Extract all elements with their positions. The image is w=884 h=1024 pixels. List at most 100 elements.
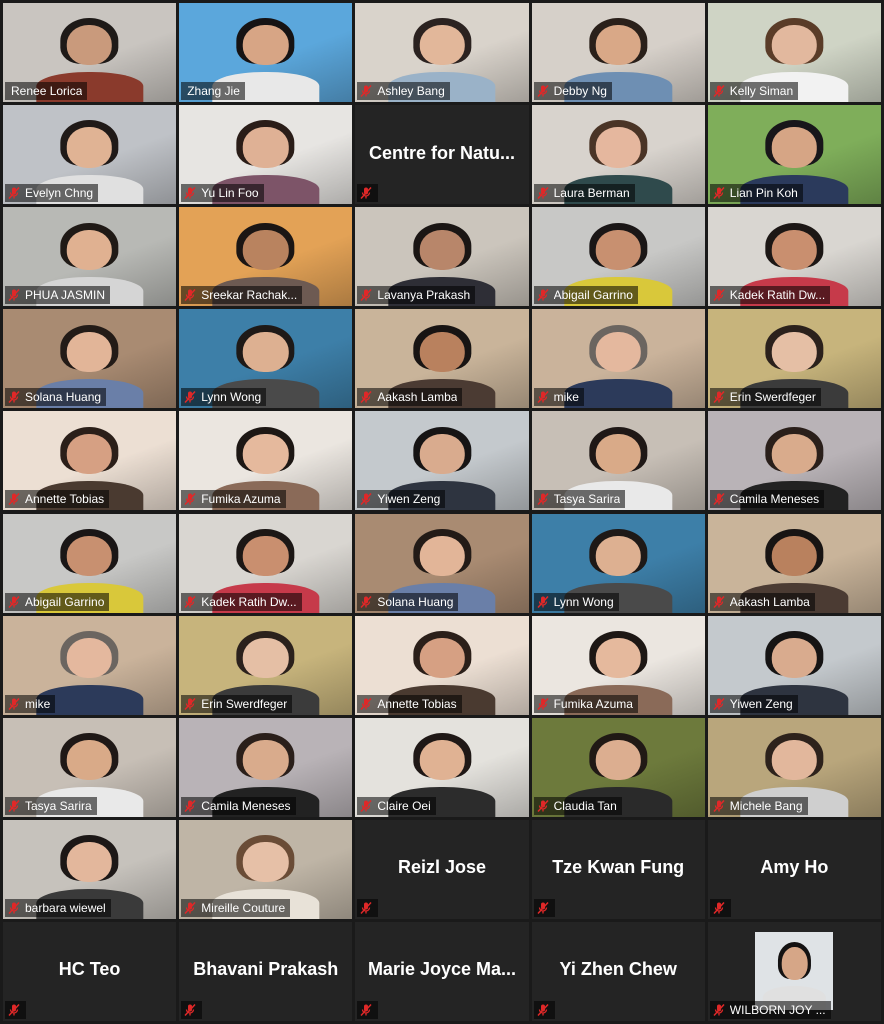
- participant-name-tag: Lavanya Prakash: [357, 286, 476, 305]
- participant-name-tag: Kadek Ratih Dw...: [181, 592, 302, 611]
- participant-tile[interactable]: Solana Huang: [355, 513, 529, 613]
- participant-name-label: mike: [553, 390, 579, 405]
- participant-name-tag: Tasya Sarira: [5, 796, 97, 815]
- mic-muted-icon: [712, 288, 726, 302]
- participant-name-label: Yu Lin Foo: [201, 186, 259, 201]
- participant-tile[interactable]: HC Teo: [3, 921, 177, 1021]
- participant-name-tag: [357, 184, 379, 203]
- mic-muted-icon: [7, 390, 21, 404]
- participant-tile[interactable]: Annette Tobias: [355, 615, 529, 715]
- participant-name-tag: Camila Meneses: [709, 490, 825, 509]
- participant-name-tag: [181, 1000, 203, 1019]
- participant-tile[interactable]: Evelyn Chng: [3, 105, 177, 205]
- participant-name-label: WILBORN JOY ...: [729, 1002, 826, 1017]
- mic-muted-icon: [536, 1003, 550, 1017]
- participant-tile[interactable]: Camila Meneses: [179, 717, 353, 817]
- participant-name-label: Zhang Jie: [187, 84, 240, 99]
- participant-tile[interactable]: Kelly Siman: [707, 3, 881, 103]
- participant-display-name: Bhavani Prakash: [193, 959, 339, 980]
- participant-name-label: Abigail Garrino: [553, 288, 633, 303]
- participant-tile[interactable]: mike: [3, 615, 177, 715]
- participant-tile[interactable]: Abigail Garrino: [531, 207, 705, 307]
- participant-name-tag: [533, 1000, 555, 1019]
- participant-tile[interactable]: Sreekar Rachak...: [179, 207, 353, 307]
- mic-muted-icon: [183, 901, 197, 915]
- participant-tile[interactable]: Fumika Azuma: [179, 411, 353, 511]
- participant-name-label: Debby Ng: [553, 84, 607, 99]
- participant-tile[interactable]: Tze Kwan Fung: [531, 819, 705, 919]
- participant-tile[interactable]: Lavanya Prakash: [355, 207, 529, 307]
- participant-name-tag: Claudia Tan: [533, 796, 622, 815]
- participant-tile[interactable]: Claire Oei: [355, 717, 529, 817]
- participant-name-label: Kelly Siman: [729, 84, 794, 99]
- participant-name-label: Solana Huang: [25, 390, 102, 405]
- participant-name-tag: Kelly Siman: [709, 82, 799, 101]
- participant-name-tag: Evelyn Chng: [5, 184, 99, 203]
- mic-muted-icon: [536, 595, 550, 609]
- participant-tile[interactable]: barbara wiewel: [3, 819, 177, 919]
- participant-tile[interactable]: Kadek Ratih Dw...: [179, 513, 353, 613]
- participant-name-tag: Camila Meneses: [181, 796, 296, 815]
- mic-muted-icon: [712, 799, 726, 813]
- participant-tile[interactable]: Yu Lin Foo: [179, 105, 353, 205]
- participant-name-tag: Sreekar Rachak...: [181, 286, 303, 305]
- participant-tile[interactable]: Reizl Jose: [355, 819, 529, 919]
- participant-name-label: barbara wiewel: [25, 900, 106, 915]
- participant-name-label: Laura Berman: [553, 186, 630, 201]
- participant-tile[interactable]: Kadek Ratih Dw...: [707, 207, 881, 307]
- participant-tile[interactable]: Lian Pin Koh: [707, 105, 881, 205]
- participant-tile[interactable]: Michele Bang: [707, 717, 881, 817]
- mic-muted-icon: [183, 186, 197, 200]
- participant-tile[interactable]: Yiwen Zeng: [707, 615, 881, 715]
- participant-tile[interactable]: PHUA JASMIN: [3, 207, 177, 307]
- participant-tile[interactable]: Zhang Jie: [179, 3, 353, 103]
- participant-tile[interactable]: Centre for Natu...: [355, 105, 529, 205]
- participant-tile[interactable]: Yi Zhen Chew: [531, 921, 705, 1021]
- participant-name-label: mike: [25, 696, 51, 711]
- participant-tile[interactable]: Marie Joyce Ma...: [355, 921, 529, 1021]
- participant-tile[interactable]: Lynn Wong: [531, 513, 705, 613]
- participant-name-tag: Laura Berman: [533, 184, 635, 203]
- participant-tile[interactable]: Erin Swerdfeger: [707, 309, 881, 409]
- participant-tile[interactable]: mike: [531, 309, 705, 409]
- mic-muted-icon: [7, 901, 21, 915]
- participant-tile[interactable]: Renee Lorica: [3, 3, 177, 103]
- participant-tile[interactable]: Lynn Wong: [179, 309, 353, 409]
- mic-muted-icon: [536, 799, 550, 813]
- participant-tile[interactable]: Claudia Tan: [531, 717, 705, 817]
- mic-muted-icon: [7, 186, 21, 200]
- participant-tile[interactable]: Mireille Couture: [179, 819, 353, 919]
- participant-name-tag: Annette Tobias: [5, 490, 110, 509]
- participant-tile[interactable]: Camila Meneses: [707, 411, 881, 511]
- participant-tile[interactable]: Ashley Bang: [355, 3, 529, 103]
- participant-tile[interactable]: Laura Berman: [531, 105, 705, 205]
- participant-tile[interactable]: Solana Huang: [3, 309, 177, 409]
- participant-tile[interactable]: Yiwen Zeng: [355, 411, 529, 511]
- participant-tile[interactable]: Aakash Lamba: [355, 309, 529, 409]
- participant-name-label: Tasya Sarira: [553, 492, 621, 507]
- participant-tile[interactable]: Tasya Sarira: [3, 717, 177, 817]
- participant-tile[interactable]: Annette Tobias: [3, 411, 177, 511]
- participant-name-tag: [357, 1000, 379, 1019]
- participant-name-label: Fumika Azuma: [201, 492, 281, 507]
- mic-muted-icon: [359, 186, 373, 200]
- participant-display-name: Amy Ho: [760, 857, 829, 878]
- participant-name-label: Aakash Lamba: [377, 390, 458, 405]
- participant-tile[interactable]: Debby Ng: [531, 3, 705, 103]
- participant-tile[interactable]: Erin Swerdfeger: [179, 615, 353, 715]
- participant-name-tag: Renee Lorica: [5, 82, 88, 101]
- participant-tile[interactable]: Tasya Sarira: [531, 411, 705, 511]
- participant-tile[interactable]: Bhavani Prakash: [179, 921, 353, 1021]
- participant-name-label: Lavanya Prakash: [377, 288, 471, 303]
- participant-name-tag: Lynn Wong: [533, 592, 619, 611]
- participant-tile[interactable]: Aakash Lamba: [707, 513, 881, 613]
- participant-tile[interactable]: Fumika Azuma: [531, 615, 705, 715]
- participant-name-label: Renee Lorica: [11, 84, 83, 99]
- mic-muted-icon: [7, 288, 21, 302]
- participant-name-label: Lynn Wong: [201, 390, 262, 405]
- participant-tile[interactable]: WILBORN JOY ...: [707, 921, 881, 1021]
- mic-muted-icon: [712, 697, 726, 711]
- participant-name-tag: PHUA JASMIN: [5, 286, 111, 305]
- participant-tile[interactable]: Amy Ho: [707, 819, 881, 919]
- participant-tile[interactable]: Abigail Garrino: [3, 513, 177, 613]
